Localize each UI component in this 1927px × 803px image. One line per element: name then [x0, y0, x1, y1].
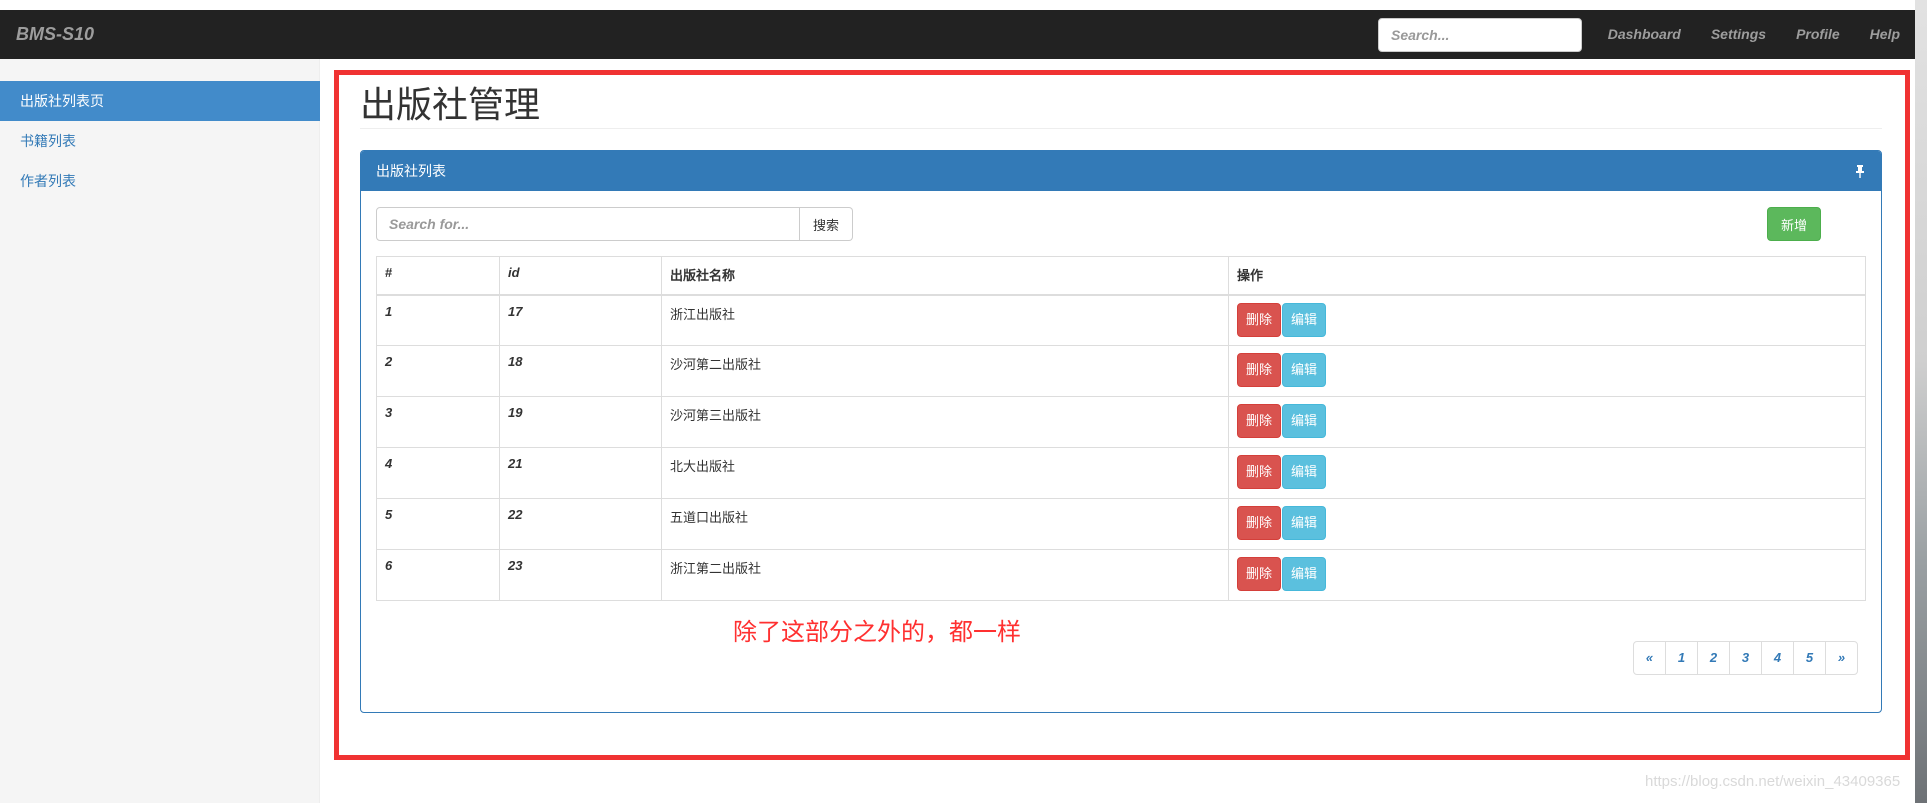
- sidebar-item-publisher-list[interactable]: 出版社列表页: [0, 81, 320, 121]
- row-index: 2: [376, 345, 500, 397]
- pagination-page-3[interactable]: 3: [1729, 641, 1762, 675]
- row-publisher-name: 沙河第二出版社: [661, 345, 1229, 397]
- page-title: 出版社管理: [360, 84, 541, 125]
- nav-settings-link[interactable]: Settings: [1696, 10, 1781, 59]
- pin-icon[interactable]: [1853, 151, 1867, 191]
- search-button[interactable]: 搜索: [800, 207, 853, 241]
- row-actions: 删除 编辑: [1228, 498, 1866, 550]
- nav-profile-link[interactable]: Profile: [1781, 10, 1855, 59]
- edit-button[interactable]: 编辑: [1282, 455, 1327, 489]
- table-row: 2 18 沙河第二出版社 删除 编辑: [376, 345, 1866, 397]
- watermark: https://blog.csdn.net/weixin_43409365: [1645, 773, 1901, 790]
- delete-button[interactable]: 删除: [1237, 302, 1282, 337]
- row-publisher-name: 浙江出版社: [661, 294, 1229, 346]
- top-strip: [0, 0, 1927, 10]
- table-row: 5 22 五道口出版社 删除 编辑: [376, 498, 1866, 550]
- edit-button[interactable]: 编辑: [1282, 353, 1327, 387]
- row-index: 4: [376, 447, 500, 499]
- navbar-search-input[interactable]: [1378, 18, 1582, 52]
- row-actions: 删除 编辑: [1228, 345, 1866, 397]
- background-window-edge: [1915, 0, 1927, 803]
- panel-title: 出版社列表: [376, 163, 446, 179]
- column-header-actions: 操作: [1228, 256, 1866, 296]
- row-actions: 删除 编辑: [1228, 294, 1866, 346]
- column-header-id: id: [499, 256, 662, 296]
- nav-help-link[interactable]: Help: [1855, 10, 1915, 59]
- delete-button[interactable]: 删除: [1237, 404, 1282, 438]
- table-row: 3 19 沙河第三出版社 删除 编辑: [376, 396, 1866, 448]
- table-row: 4 21 北大出版社 删除 编辑: [376, 447, 1866, 499]
- row-actions: 删除 编辑: [1228, 549, 1866, 601]
- column-header-name: 出版社名称: [661, 256, 1229, 296]
- table-row: 6 23 浙江第二出版社 删除 编辑: [376, 549, 1866, 601]
- navbar-links: Dashboard Settings Profile Help: [1593, 10, 1915, 59]
- row-id: 18: [499, 345, 662, 397]
- pagination-page-1[interactable]: 1: [1665, 641, 1698, 675]
- row-id: 19: [499, 396, 662, 448]
- edit-button[interactable]: 编辑: [1282, 506, 1327, 540]
- pagination-page-4[interactable]: 4: [1761, 641, 1794, 675]
- edit-button[interactable]: 编辑: [1282, 302, 1327, 337]
- table-row: 1 17 浙江出版社 删除 编辑: [376, 294, 1866, 346]
- pagination-prev[interactable]: «: [1633, 641, 1666, 675]
- row-id: 17: [499, 294, 662, 346]
- row-actions: 删除 编辑: [1228, 447, 1866, 499]
- table-header-row: # id 出版社名称 操作: [376, 256, 1866, 296]
- edit-button[interactable]: 编辑: [1282, 557, 1327, 591]
- row-id: 21: [499, 447, 662, 499]
- row-index: 6: [376, 549, 500, 601]
- row-publisher-name: 五道口出版社: [661, 498, 1229, 550]
- brand-logo[interactable]: BMS-S10: [16, 24, 94, 45]
- row-index: 5: [376, 498, 500, 550]
- row-publisher-name: 沙河第三出版社: [661, 396, 1229, 448]
- nav-dashboard-link[interactable]: Dashboard: [1593, 10, 1696, 59]
- delete-button[interactable]: 删除: [1237, 455, 1282, 489]
- edit-button[interactable]: 编辑: [1282, 404, 1327, 438]
- search-group: 搜索: [376, 207, 853, 241]
- row-index: 3: [376, 396, 500, 448]
- column-header-index: #: [376, 256, 500, 296]
- row-actions: 删除 编辑: [1228, 396, 1866, 448]
- delete-button[interactable]: 删除: [1237, 557, 1282, 591]
- delete-button[interactable]: 删除: [1237, 353, 1282, 387]
- top-navbar: BMS-S10 Dashboard Settings Profile Help: [0, 10, 1915, 59]
- pagination-next[interactable]: »: [1825, 641, 1858, 675]
- delete-button[interactable]: 删除: [1237, 506, 1282, 540]
- row-id: 22: [499, 498, 662, 550]
- sidebar-item-author-list[interactable]: 作者列表: [0, 161, 320, 201]
- pagination-page-5[interactable]: 5: [1793, 641, 1826, 675]
- annotation-note: 除了这部分之外的，都一样: [733, 618, 1021, 646]
- title-divider: [360, 128, 1882, 129]
- pagination-page-2[interactable]: 2: [1697, 641, 1730, 675]
- publisher-search-input[interactable]: [376, 207, 800, 241]
- row-id: 23: [499, 549, 662, 601]
- panel-heading: 出版社列表: [361, 151, 1881, 191]
- add-publisher-button[interactable]: 新增: [1767, 207, 1821, 241]
- sidebar: 出版社列表页 书籍列表 作者列表: [0, 59, 320, 803]
- row-publisher-name: 北大出版社: [661, 447, 1229, 499]
- pagination: « 1 2 3 4 5 »: [1633, 641, 1858, 675]
- publisher-panel: 出版社列表 搜索 新增 # id 出版社名称 操作: [360, 150, 1882, 713]
- row-publisher-name: 浙江第二出版社: [661, 549, 1229, 601]
- row-index: 1: [376, 294, 500, 346]
- publisher-table: # id 出版社名称 操作 1 17 浙江出版社 删除 编辑 2 18 沙河第二出…: [376, 256, 1866, 601]
- sidebar-item-book-list[interactable]: 书籍列表: [0, 121, 320, 161]
